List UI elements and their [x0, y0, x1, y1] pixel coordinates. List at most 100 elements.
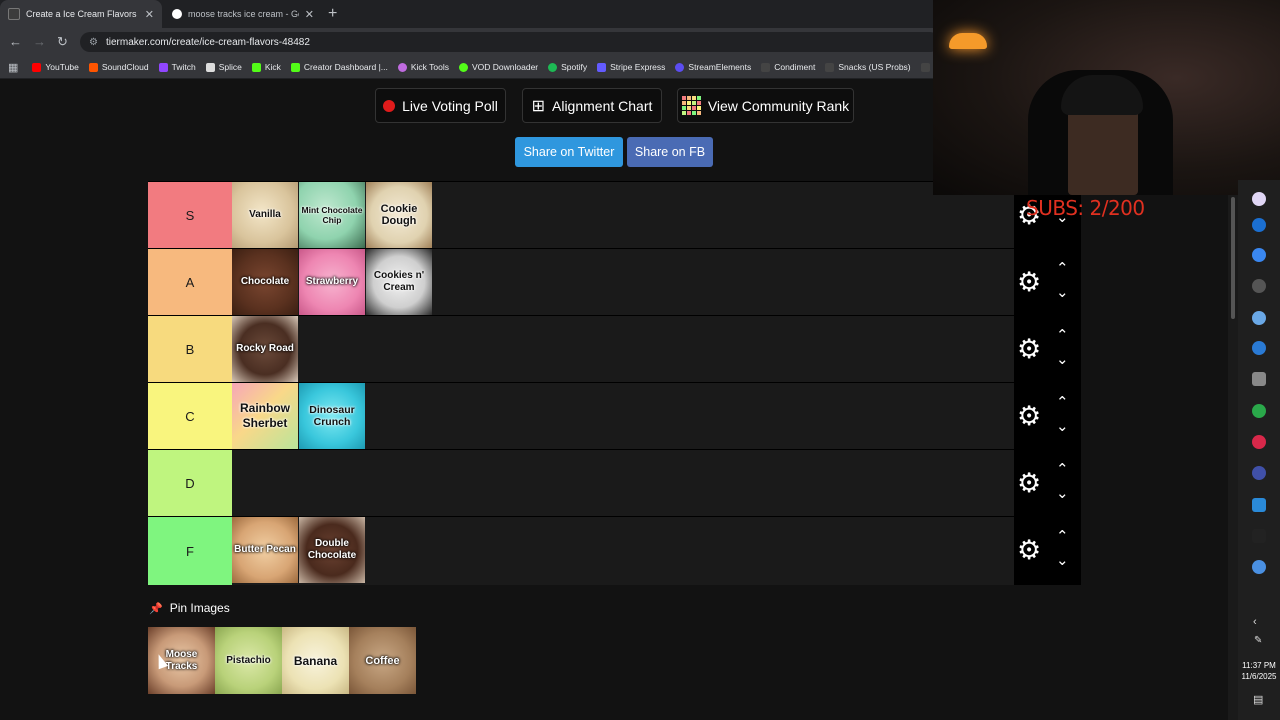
tab-tiermaker[interactable]: Create a Ice Cream Flavors Tier ✕ — [0, 0, 162, 28]
app-icon[interactable] — [1252, 341, 1266, 355]
tier-item-mint-chocolate-chip[interactable]: Mint Chocolate Chip — [299, 182, 365, 248]
chevron-up-icon[interactable]: ⌃ — [1056, 259, 1069, 277]
bank-item-pistachio[interactable]: Pistachio — [215, 627, 282, 694]
address-bar[interactable]: ⚙ tiermaker.com/create/ice-cream-flavors… — [80, 32, 940, 52]
grid-icon: ⊞ — [531, 97, 545, 115]
chevron-down-icon[interactable]: ⌄ — [1056, 417, 1069, 435]
tiermaker-favicon-icon — [8, 8, 20, 20]
chevron-down-icon[interactable]: ⌄ — [1056, 551, 1069, 569]
reload-icon[interactable]: ↻ — [57, 34, 68, 50]
new-tab-icon[interactable]: + — [328, 5, 337, 23]
chevron-up-icon[interactable]: ⌃ — [1056, 393, 1069, 411]
share-fb-button[interactable]: Share on FB — [627, 137, 713, 167]
bookmark-snacks[interactable]: Snacks (US Probs) — [825, 62, 911, 72]
bookmark-splice[interactable]: Splice — [205, 62, 242, 72]
bookmark-condiment[interactable]: Condiment — [761, 62, 815, 72]
tier-item-rainbow-sherbet[interactable]: Rainbow Sherbet — [232, 383, 298, 449]
pen-icon[interactable]: ✎ — [1254, 635, 1262, 646]
tier-label[interactable]: C — [148, 383, 232, 449]
chevron-down-icon[interactable]: ⌄ — [1056, 350, 1069, 368]
notification-icon[interactable]: ▤ — [1253, 693, 1263, 706]
site-info-icon[interactable]: ⚙ — [89, 37, 98, 48]
google-favicon-icon — [172, 9, 182, 19]
page-scrollbar[interactable] — [1228, 195, 1238, 720]
bank-item-coffee[interactable]: Coffee — [349, 627, 416, 694]
gear-icon[interactable]: ⚙ — [1017, 536, 1041, 564]
bookmark-stripe-express[interactable]: Stripe Express — [597, 62, 665, 72]
bookmark-streamelements[interactable]: StreamElements — [675, 62, 751, 72]
bookmark-kick[interactable]: Kick — [251, 62, 281, 72]
share-twitter-button[interactable]: Share on Twitter — [515, 137, 623, 167]
chevron-up-icon[interactable]: ⌃ — [1056, 326, 1069, 344]
tab-title: Create a Ice Cream Flavors Tier — [26, 9, 139, 19]
tier-row-a: A Chocolate Strawberry Cookies n' Cream … — [148, 248, 1081, 315]
scrollbar-thumb[interactable] — [1231, 197, 1235, 319]
close-tab-icon[interactable]: ✕ — [145, 8, 154, 21]
xbox-icon[interactable] — [1252, 404, 1266, 418]
apps-grid-icon[interactable]: ▦ — [8, 61, 18, 74]
chevron-down-icon[interactable]: ⌄ — [1056, 283, 1069, 301]
cloud-icon[interactable] — [1252, 311, 1266, 325]
stripe-icon — [597, 62, 607, 72]
webcam-overlay — [933, 0, 1280, 195]
lamp-light — [949, 33, 987, 49]
tier-item-chocolate[interactable]: Chocolate — [232, 249, 298, 315]
steam-icon[interactable] — [1252, 218, 1266, 232]
bookmark-spotify[interactable]: Spotify — [548, 62, 587, 72]
tier-item-butter-pecan[interactable]: Butter Pecan — [232, 517, 298, 583]
gear-icon[interactable]: ⚙ — [1017, 402, 1041, 430]
live-icon[interactable] — [1252, 529, 1266, 543]
bookmark-twitch[interactable]: Twitch — [158, 62, 196, 72]
chevron-left-icon[interactable]: ‹ — [1253, 616, 1257, 628]
tier-label[interactable]: F — [148, 517, 232, 585]
alignment-chart-button[interactable]: ⊞ Alignment Chart — [522, 88, 662, 123]
bookmark-creator-dashboard[interactable]: Creator Dashboard |... — [290, 62, 388, 72]
bookmark-youtube[interactable]: YouTube — [32, 62, 79, 72]
back-arrow-icon[interactable]: ← — [9, 34, 22, 49]
tier-item-vanilla[interactable]: Vanilla — [232, 182, 298, 248]
tier-item-cookie-dough[interactable]: Cookie Dough — [366, 182, 432, 248]
app-icon[interactable] — [1252, 192, 1266, 206]
pin-images-toggle[interactable]: 📌 Pin Images — [149, 601, 230, 615]
tab-google-search[interactable]: moose tracks ice cream - Goog ✕ — [164, 0, 322, 28]
tier-label[interactable]: D — [148, 450, 232, 516]
media-player-icon[interactable] — [1252, 248, 1266, 262]
chevron-down-icon[interactable]: ⌄ — [1056, 484, 1069, 502]
tier-row-d: D ⚙ ⌃ ⌄ — [148, 449, 1081, 516]
tier-item-cookies-n-cream[interactable]: Cookies n' Cream — [366, 249, 432, 315]
bookmark-kick-tools[interactable]: Kick Tools — [397, 62, 449, 72]
chrome-icon[interactable] — [1252, 560, 1266, 574]
tier-label[interactable]: S — [148, 182, 232, 248]
url-text: tiermaker.com/create/ice-cream-flavors-4… — [105, 36, 310, 48]
app-icon[interactable] — [1252, 435, 1266, 449]
tier-label[interactable]: B — [148, 316, 232, 382]
tier-controls: ⚙ ⌃ ⌄ — [1014, 517, 1081, 585]
chevron-up-icon[interactable]: ⌃ — [1056, 527, 1069, 545]
bank-item-banana[interactable]: Banana — [282, 627, 349, 694]
tiermaker-icon — [761, 62, 771, 72]
bookmark-soundcloud[interactable]: SoundCloud — [88, 62, 149, 72]
tier-label[interactable]: A — [148, 249, 232, 315]
tier-item-rocky-road[interactable]: Rocky Road — [232, 316, 298, 382]
tab-title: moose tracks ice cream - Goog — [188, 9, 299, 19]
tier-item-double-chocolate[interactable]: Double Chocolate — [299, 517, 365, 583]
folder-icon[interactable] — [1252, 372, 1266, 386]
live-icon[interactable] — [1252, 498, 1266, 512]
close-tab-icon[interactable]: ✕ — [305, 8, 314, 21]
view-community-rank-button[interactable]: View Community Rank — [677, 88, 854, 123]
app-icon[interactable] — [1252, 466, 1266, 480]
app-icon[interactable] — [1252, 279, 1266, 293]
live-voting-poll-button[interactable]: Live Voting Poll — [375, 88, 506, 123]
taskbar-clock[interactable]: 11:37 PM 11/6/2025 — [1238, 660, 1280, 682]
tier-item-strawberry[interactable]: Strawberry — [299, 249, 365, 315]
forward-arrow-icon[interactable]: → — [33, 34, 46, 49]
tier-item-dinosaur-crunch[interactable]: Dinosaur Crunch — [299, 383, 365, 449]
gear-icon[interactable]: ⚙ — [1017, 335, 1041, 363]
chevron-up-icon[interactable]: ⌃ — [1056, 460, 1069, 478]
gear-icon[interactable]: ⚙ — [1017, 268, 1041, 296]
tiermaker-icon — [920, 62, 930, 72]
pushpin-icon: 📌 — [149, 602, 163, 615]
gear-icon[interactable]: ⚙ — [1017, 469, 1041, 497]
bookmark-vod-downloader[interactable]: VOD Downloader — [458, 62, 538, 72]
youtube-icon — [32, 62, 42, 72]
